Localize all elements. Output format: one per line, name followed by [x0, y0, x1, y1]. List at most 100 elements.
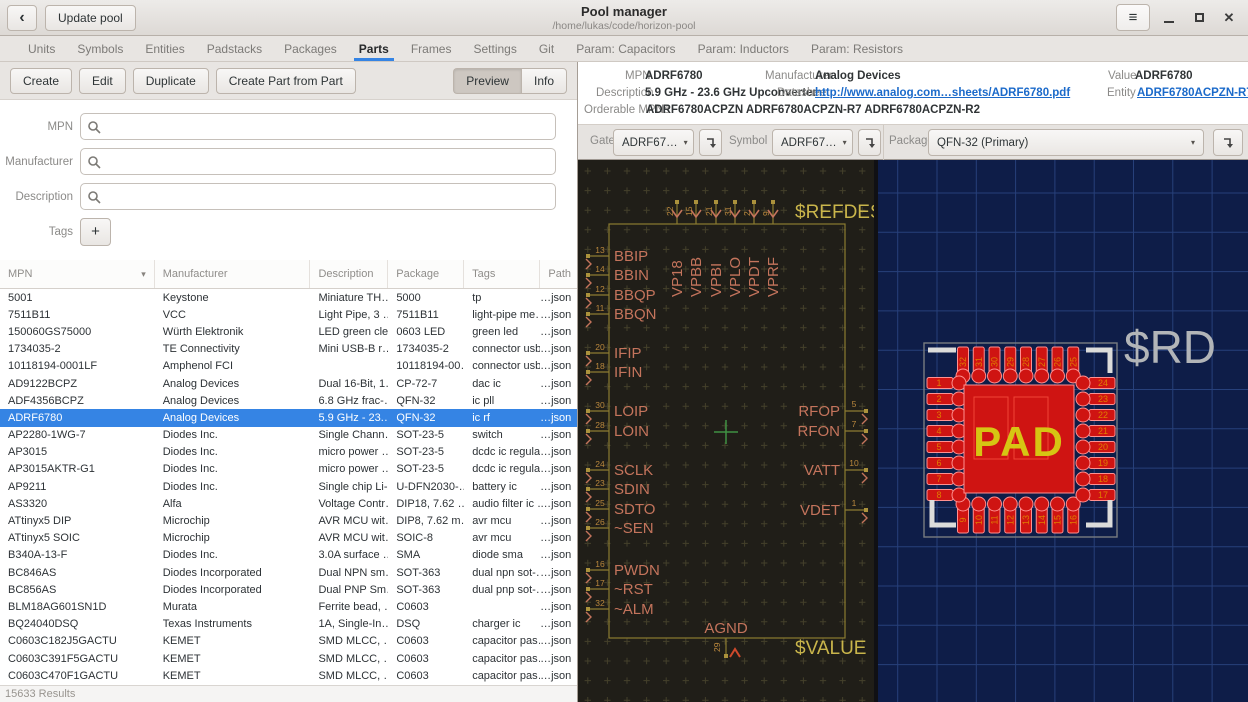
description-search-input[interactable] — [106, 190, 549, 204]
chevron-left-icon: ‹ — [19, 9, 24, 27]
back-button[interactable]: ‹ — [7, 5, 37, 31]
table-row[interactable]: ADRF6780Analog Devices5.9 GHz - 23.…QFN-… — [0, 409, 577, 426]
close-button[interactable]: ✕ — [1214, 3, 1244, 33]
package-dropdown[interactable]: QFN-32 (Primary) ▾ — [928, 129, 1204, 156]
cell: Analog Devices — [155, 378, 311, 390]
cell: …json — [540, 670, 577, 682]
selector-toolbar: Gate ADRF67… ▾ Symbol ADRF67… ▾ Package … — [578, 125, 1248, 160]
column-header-manufacturer[interactable]: Manufacturer — [155, 260, 311, 288]
svg-text:11: 11 — [596, 303, 605, 313]
table-row[interactable]: AP9211Diodes Inc.Single chip Li-…U-DFN20… — [0, 478, 577, 495]
svg-text:6: 6 — [936, 458, 941, 468]
cell: …json — [540, 653, 577, 665]
column-header-mpn[interactable]: MPN▾ — [0, 260, 155, 288]
table-row[interactable]: B340A-13-FDiodes Inc.3.0A surface …SMAdi… — [0, 547, 577, 564]
table-row[interactable]: 7511B11VCCLight Pipe, 3 …7511B11light-pi… — [0, 306, 577, 323]
minimize-button[interactable] — [1154, 3, 1184, 33]
tab-param-resistors[interactable]: Param: Resistors — [800, 36, 914, 61]
cell: charger ic — [464, 618, 540, 630]
tab-symbols[interactable]: Symbols — [66, 36, 134, 61]
maximize-button[interactable] — [1184, 3, 1214, 33]
cell: Light Pipe, 3 … — [310, 309, 388, 321]
svg-text:~ALM: ~ALM — [614, 601, 654, 618]
info-toggle-button[interactable]: Info — [521, 68, 567, 94]
duplicate-button[interactable]: Duplicate — [133, 68, 209, 94]
table-row[interactable]: BC846ASDiodes IncorporatedDual NPN sm…SO… — [0, 564, 577, 581]
add-tag-button[interactable]: + — [80, 218, 111, 246]
goto-gate-button[interactable] — [699, 129, 722, 156]
symbol-value-text: $VALUE — [795, 638, 866, 659]
cell: Single chip Li-… — [310, 481, 388, 493]
tab-param-capacitors[interactable]: Param: Capacitors — [565, 36, 686, 61]
table-row[interactable]: C0603C182J5GACTUKEMETSMD MLCC, …C0603cap… — [0, 633, 577, 650]
value-value: ADRF6780 — [1135, 70, 1193, 82]
cell: …json — [540, 549, 577, 561]
cell: 7511B11 — [388, 309, 464, 321]
table-row[interactable]: C0603C391F5GACTUKEMETSMD MLCC, …C0603cap… — [0, 650, 577, 667]
table-row[interactable]: AP3015Diodes Inc.micro power …SOT-23-5dc… — [0, 444, 577, 461]
table-row[interactable]: 5001KeystoneMiniature TH…5000tp…json — [0, 289, 577, 306]
svg-text:BBQP: BBQP — [614, 287, 656, 304]
create-part-from-part-button[interactable]: Create Part from Part — [216, 68, 356, 94]
table-row[interactable]: 10118194-0001LFAmphenol FCI10118194-00…c… — [0, 358, 577, 375]
column-header-path[interactable]: Path — [540, 260, 577, 288]
tab-settings[interactable]: Settings — [462, 36, 527, 61]
mpn-search-entry[interactable] — [80, 113, 556, 140]
table-row[interactable]: AP2280-1WG-7Diodes Inc.Single Chann…SOT-… — [0, 427, 577, 444]
table-row[interactable]: ADF4356BCPZAnalog Devices6.8 GHz frac-…Q… — [0, 392, 577, 409]
cell: …json — [540, 618, 577, 630]
table-row[interactable]: AP3015AKTR-G1Diodes Inc.micro power …SOT… — [0, 461, 577, 478]
cell: 1A, Single-In… — [310, 618, 388, 630]
goto-symbol-button[interactable] — [858, 129, 881, 156]
tab-param-inductors[interactable]: Param: Inductors — [687, 36, 800, 61]
tab-frames[interactable]: Frames — [400, 36, 463, 61]
preview-pane: MPN ADRF6780 Manufacturer Analog Devices… — [578, 62, 1248, 702]
tab-packages[interactable]: Packages — [273, 36, 348, 61]
table-row[interactable]: BC856ASDiodes IncorporatedDual PNP Sm…SO… — [0, 581, 577, 598]
svg-text:LOIN: LOIN — [614, 423, 649, 440]
create-button[interactable]: Create — [10, 68, 72, 94]
tab-bar: UnitsSymbolsEntitiesPadstacksPackagesPar… — [0, 36, 1248, 62]
manufacturer-search-input[interactable] — [106, 155, 549, 169]
plus-icon: + — [91, 223, 100, 240]
cell: C0603C182J5GACTU — [0, 635, 155, 647]
goto-package-button[interactable] — [1213, 129, 1243, 156]
tab-units[interactable]: Units — [17, 36, 66, 61]
table-row[interactable]: ATtinyx5 SOICMicrochipAVR MCU wit…SOIC-8… — [0, 530, 577, 547]
entity-link[interactable]: ADRF6780ACPZN-R7 — [1137, 87, 1248, 99]
edit-button[interactable]: Edit — [79, 68, 126, 94]
tab-git[interactable]: Git — [528, 36, 565, 61]
preview-toggle-button[interactable]: Preview — [453, 68, 521, 94]
column-header-package[interactable]: Package — [388, 260, 464, 288]
table-row[interactable]: 150060GS75000Würth ElektronikLED green c… — [0, 323, 577, 340]
symbol-dropdown[interactable]: ADRF67… ▾ — [772, 129, 853, 156]
cell: Keystone — [155, 292, 311, 304]
update-pool-button[interactable]: Update pool — [45, 5, 136, 31]
table-row[interactable]: 1734035-2TE ConnectivityMini USB-B r…173… — [0, 341, 577, 358]
column-header-description[interactable]: Description — [310, 260, 388, 288]
tab-parts[interactable]: Parts — [348, 36, 400, 61]
cell: capacitor pas… — [464, 635, 540, 647]
table-row[interactable]: C0603C470F1GACTUKEMETSMD MLCC, …C0603cap… — [0, 667, 577, 684]
tab-entities[interactable]: Entities — [134, 36, 195, 61]
cell: …json — [540, 343, 577, 355]
gate-dropdown[interactable]: ADRF67… ▾ — [613, 129, 694, 156]
table-row[interactable]: AD9122BCPZAnalog DevicesDual 16-Bit, 1…C… — [0, 375, 577, 392]
table-row[interactable]: BLM18AG601SN1DMurataFerrite bead, …C0603… — [0, 598, 577, 615]
table-row[interactable]: ATtinyx5 DIPMicrochipAVR MCU wit…DIP8, 7… — [0, 512, 577, 529]
description-search-entry[interactable] — [80, 183, 556, 210]
table-row[interactable]: BQ24040DSQTexas Instruments1A, Single-In… — [0, 616, 577, 633]
manufacturer-search-entry[interactable] — [80, 148, 556, 175]
tab-padstacks[interactable]: Padstacks — [196, 36, 273, 61]
datasheet-link[interactable]: http://www.analog.com…sheets/ADRF6780.pd… — [815, 87, 1070, 99]
toolbar-separator — [883, 125, 884, 160]
mpn-search-input[interactable] — [106, 120, 549, 134]
table-row[interactable]: AS3320AlfaVoltage Contr…DIP18, 7.62 …aud… — [0, 495, 577, 512]
symbol-canvas[interactable]: 13BBIP14BBIN12BBQP11BBQN20IFIP18IFIN30LO… — [578, 160, 874, 702]
package-canvas[interactable]: 3231302928272625910111213141516123456782… — [878, 160, 1248, 702]
menu-button[interactable]: ≡ — [1116, 4, 1150, 31]
column-header-tags[interactable]: Tags — [464, 260, 540, 288]
svg-text:10: 10 — [974, 515, 984, 525]
svg-text:19: 19 — [1098, 458, 1108, 468]
cell: AP3015 — [0, 446, 155, 458]
